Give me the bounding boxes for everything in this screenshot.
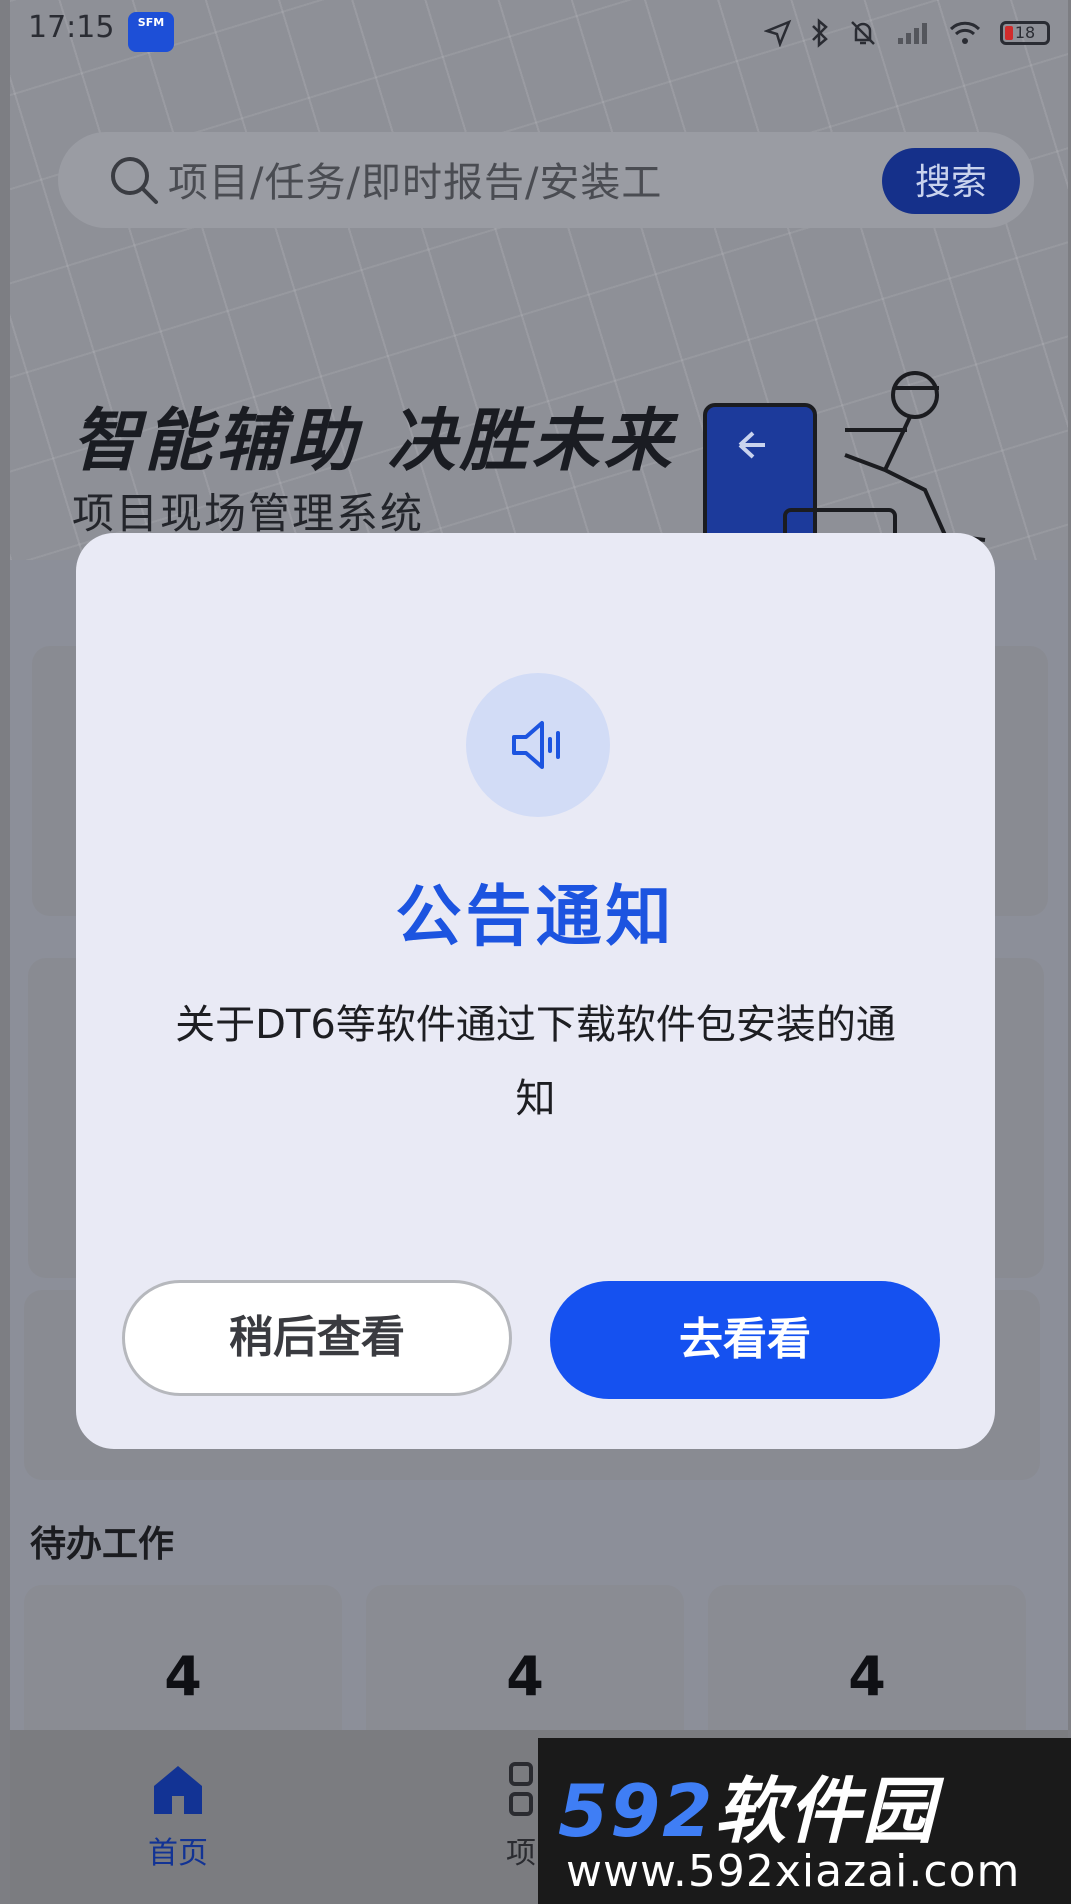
- later-button[interactable]: 稍后查看: [122, 1280, 512, 1396]
- todo-count: 4: [506, 1645, 544, 1708]
- todo-heading: 待办工作: [30, 1524, 175, 1565]
- search-icon: [111, 157, 158, 204]
- site-watermark: 592软件园 www.592xiazai.com: [538, 1738, 1071, 1904]
- todo-count: 4: [848, 1645, 886, 1708]
- home-icon: [154, 1766, 202, 1814]
- battery-icon: 18: [1000, 21, 1050, 45]
- watermark-brand: 592软件园: [558, 1752, 936, 1857]
- status-time: 17:15: [28, 10, 115, 45]
- wifi-icon: [949, 21, 981, 44]
- dialog-message: 关于DT6等软件通过下载软件包安装的通知: [175, 1002, 896, 1122]
- search-input[interactable]: 项目/任务/即时报告/安装工: [168, 150, 662, 208]
- app-notification-icon: SFM: [128, 12, 174, 52]
- status-bar: 17:15 SFM 18: [10, 0, 1068, 60]
- search-button[interactable]: 搜索: [882, 148, 1020, 214]
- status-icons: 18: [764, 18, 1050, 48]
- dialog-title: 公告通知: [395, 878, 676, 955]
- banner-subtitle: 项目现场管理系统: [72, 489, 425, 538]
- go-view-button[interactable]: 去看看: [550, 1281, 940, 1399]
- speaker-icon-circle: [466, 673, 610, 817]
- worker-illustration: [703, 371, 986, 550]
- watermark-url: www.592xiazai.com: [566, 1846, 1021, 1897]
- watermark-number: 592: [558, 1769, 715, 1853]
- signal-icon: [898, 23, 927, 44]
- watermark-brand-cn: 软件园: [714, 1769, 937, 1853]
- tab-home[interactable]: 首页: [98, 1760, 258, 1872]
- battery-level: 18: [1014, 23, 1036, 42]
- tab-home-label: 首页: [148, 1836, 208, 1871]
- search-bar[interactable]: 项目/任务/即时报告/安装工 搜索: [58, 132, 1034, 228]
- bell-off-icon: [851, 21, 875, 45]
- announcement-dialog: 公告通知 关于DT6等软件通过下载软件包安装的通知 稍后查看 去看看: [76, 533, 995, 1449]
- todo-count: 4: [164, 1645, 202, 1708]
- location-icon: [764, 19, 792, 47]
- speaker-icon: [512, 721, 560, 769]
- bluetooth-icon: [812, 18, 828, 48]
- banner-title: 智能辅助 决胜未来: [72, 402, 676, 481]
- app-badge-label: SFM: [137, 16, 165, 29]
